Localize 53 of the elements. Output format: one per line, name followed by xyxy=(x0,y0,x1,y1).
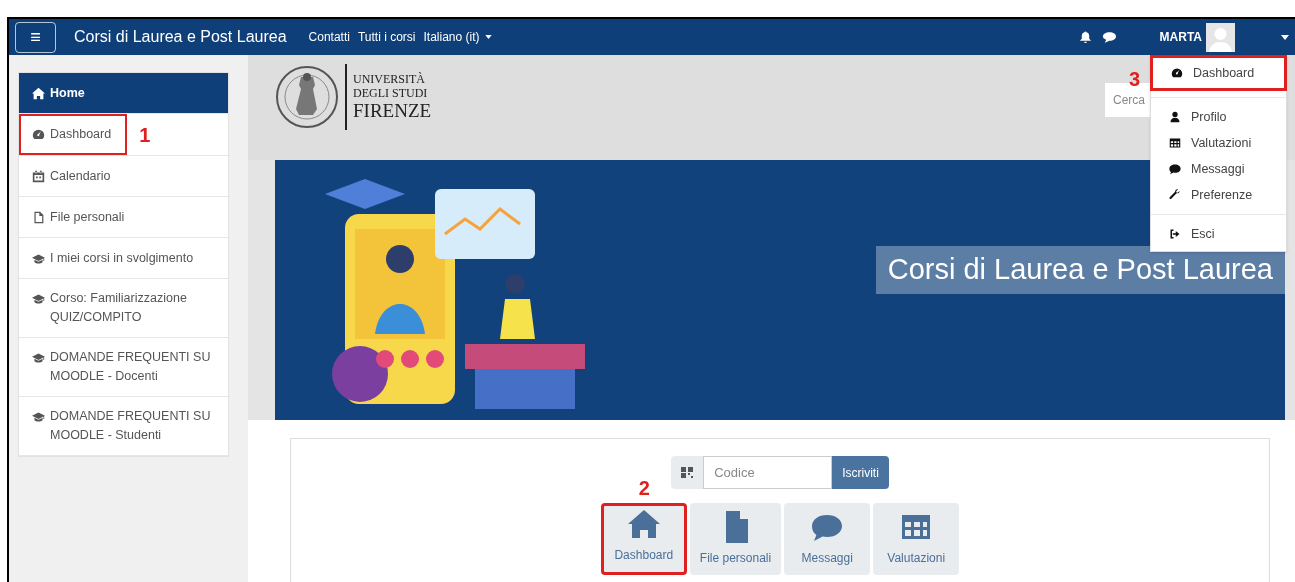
graduation-cap-icon xyxy=(32,292,45,305)
gauge-icon xyxy=(1171,67,1183,79)
shortcut-tile[interactable]: Dashboard xyxy=(600,503,687,575)
file-icon xyxy=(32,210,45,224)
avatar-icon[interactable] xyxy=(1206,22,1235,52)
logo-text: UNIVERSITÀ xyxy=(353,72,426,86)
user-menu-item[interactable]: Messaggi xyxy=(1151,156,1286,182)
table-icon xyxy=(1169,137,1181,149)
shortcut-tile[interactable]: Messaggi xyxy=(784,503,871,575)
seal-drawing xyxy=(275,63,339,131)
home-icon xyxy=(627,508,660,540)
nav-link[interactable]: Tutti i corsi xyxy=(357,28,416,46)
site-title[interactable]: Corsi di Laurea e Post Laurea xyxy=(74,25,287,49)
menu-button[interactable]: ≡ xyxy=(15,21,56,53)
gauge-icon xyxy=(32,128,45,141)
language-dropdown[interactable]: Italiano (it) xyxy=(423,28,492,46)
sidebar-item[interactable]: Calendario xyxy=(19,156,124,196)
user-menu-item[interactable]: Preferenze xyxy=(1151,182,1286,208)
qr-code-icon[interactable] xyxy=(671,456,704,489)
wrench-icon xyxy=(1169,189,1181,201)
logo-text: FIRENZE xyxy=(353,100,432,122)
graduation-cap-icon xyxy=(32,351,45,364)
graduation-cap-icon xyxy=(32,410,45,423)
user-menu-item[interactable]: Esci xyxy=(1151,221,1286,247)
graduation-cap-icon xyxy=(32,251,45,265)
calendar-icon xyxy=(32,169,45,183)
nav-link[interactable]: Contatti xyxy=(308,28,350,46)
user-menu-item[interactable]: Profilo xyxy=(1151,104,1286,130)
annotation-number: 2 xyxy=(638,476,650,501)
caret-icon[interactable] xyxy=(1281,34,1289,40)
bell-icon[interactable] xyxy=(1078,30,1092,44)
sidebar-item[interactable]: DOMANDE FREQUENTI SU MOODLE - Studenti xyxy=(19,397,228,455)
enrol-button[interactable]: Iscriviti xyxy=(832,456,889,489)
shortcut-tile[interactable]: Valutazioni xyxy=(873,503,960,575)
annotation-number: 3 xyxy=(1129,67,1141,92)
user-menu-item[interactable]: Valutazioni xyxy=(1151,130,1286,156)
sidebar-item[interactable]: Dashboard xyxy=(19,114,128,155)
shortcut-tile[interactable]: File personali xyxy=(689,503,782,575)
home-icon xyxy=(32,86,45,100)
annotation-number: 1 xyxy=(139,122,151,148)
user-name[interactable]: MARTA xyxy=(1159,28,1202,46)
banner-title: Corsi di Laurea e Post Laurea xyxy=(887,252,1273,288)
sidebar-item[interactable]: DOMANDE FREQUENTI SU MOODLE - Docenti xyxy=(19,338,228,396)
sidebar-item[interactable]: Corso: Familiarizzazione QUIZ/COMPITO xyxy=(19,279,228,337)
user-menu-item[interactable]: Dashboard xyxy=(1150,55,1287,91)
sidebar-item[interactable]: File personali xyxy=(19,197,138,237)
user-icon xyxy=(1169,111,1181,123)
exit-icon xyxy=(1169,228,1181,240)
chat-icon[interactable] xyxy=(1101,30,1117,44)
logo-text: DEGLI STUDI xyxy=(353,86,429,100)
chat-icon xyxy=(1169,163,1181,175)
code-input-field[interactable]: Codice xyxy=(703,456,833,489)
sidebar-item[interactable]: I miei corsi in svolgimento xyxy=(19,238,207,278)
